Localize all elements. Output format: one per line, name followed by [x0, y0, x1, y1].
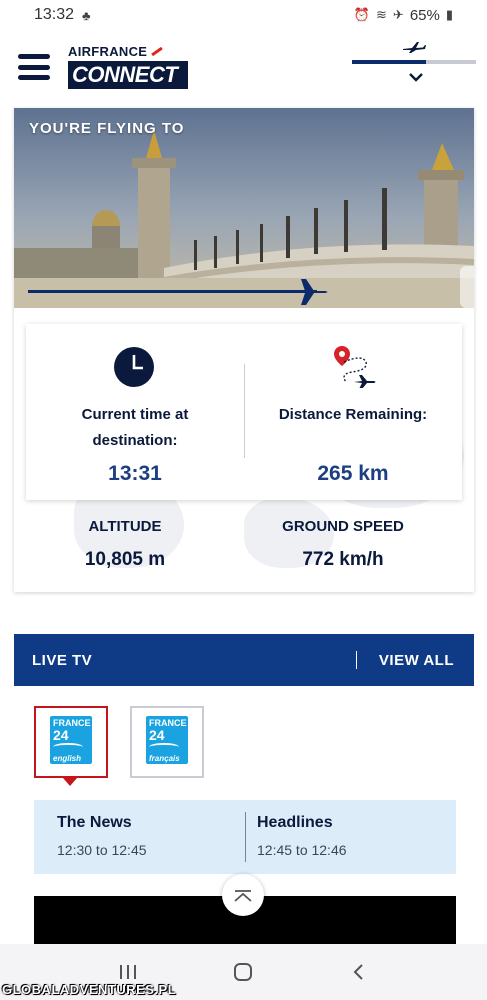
- status-time: 13:32: [34, 6, 75, 23]
- program-item[interactable]: Headlines 12:45 to 12:46: [257, 814, 457, 858]
- route-progress-line: [28, 290, 317, 293]
- channel-language: english: [53, 754, 82, 763]
- france24-logo: FRANCE 24 english: [50, 716, 92, 764]
- program-name: Headlines: [257, 814, 333, 831]
- live-tv-header: LIVE TV VIEW ALL: [14, 634, 474, 686]
- flight-progress-bar: [352, 60, 476, 64]
- airfrance-connect-logo: AIRFRANCE CONNECT: [68, 44, 188, 90]
- program-name: The News: [57, 814, 132, 831]
- flight-progress-fill: [352, 60, 427, 64]
- logo-connect: CONNECT: [68, 61, 188, 89]
- back-icon: [353, 964, 363, 980]
- battery-icon: ▮: [445, 7, 453, 22]
- altitude-label: ALTITUDE: [88, 518, 162, 535]
- channel-number: 24: [149, 727, 165, 743]
- channel-france24-francais[interactable]: FRANCE 24 français: [130, 706, 204, 778]
- notification-icon: ♣: [82, 7, 91, 23]
- wifi-icon: ≋: [376, 7, 387, 22]
- destination-time-section: Current time at destination: 13:31: [26, 324, 244, 500]
- clock-icon: [114, 347, 154, 387]
- program-schedule: The News 12:30 to 12:45 Headlines 12:45 …: [34, 800, 456, 874]
- altitude-section: ALTITUDE 10,805 m: [14, 518, 236, 571]
- plane-icon: [293, 279, 328, 305]
- ground-speed-section: GROUND SPEED 772 km/h: [232, 518, 454, 571]
- program-time: 12:45 to 12:46: [257, 842, 347, 858]
- channel-france24-english[interactable]: FRANCE 24 english: [34, 706, 108, 778]
- view-all-link[interactable]: VIEW ALL: [379, 652, 454, 669]
- back-button[interactable]: [339, 952, 379, 992]
- distance-remaining-value: 265 km: [317, 462, 389, 485]
- ground-speed-label: GROUND SPEED: [282, 518, 404, 535]
- channel-language: français: [149, 754, 180, 763]
- flight-info-card: YOU'RE FLYING TO Current time at destina…: [14, 108, 474, 592]
- menu-icon[interactable]: [18, 54, 50, 80]
- flight-stats-panel: Current time at destination: 13:31 Dista…: [26, 324, 462, 500]
- home-icon: [234, 963, 253, 981]
- selected-channel-pointer: [63, 778, 77, 786]
- battery-percent: 65%: [409, 6, 440, 24]
- arrow-up-icon: [234, 890, 252, 902]
- distance-route-icon: [334, 346, 376, 388]
- hero-title: YOU'RE FLYING TO: [29, 120, 185, 137]
- current-time-value: 13:31: [108, 462, 162, 485]
- airplane-mode-icon: ✈: [392, 7, 404, 22]
- distance-section: Distance Remaining: 265 km: [244, 324, 462, 500]
- app-header: AIRFRANCE CONNECT: [0, 30, 487, 106]
- live-tv-title: LIVE TV: [32, 651, 93, 669]
- carousel-handle[interactable]: [460, 266, 474, 308]
- ground-speed-value: 772 km/h: [302, 549, 384, 570]
- channel-number: 24: [53, 727, 69, 743]
- altitude-value: 10,805 m: [84, 549, 166, 570]
- recent-apps-icon: [119, 965, 136, 979]
- program-item[interactable]: The News 12:30 to 12:45: [57, 814, 257, 858]
- france24-logo: FRANCE 24 français: [146, 716, 188, 764]
- paris-bridge-illustration: [14, 108, 474, 308]
- destination-hero-image: YOU'RE FLYING TO: [14, 108, 474, 308]
- program-time: 12:30 to 12:45: [57, 842, 147, 858]
- divider: [245, 812, 246, 862]
- status-bar: 13:32 ♣ ⏰ ≋ ✈ 65% ▮: [0, 0, 487, 30]
- watermark: GLOBALADVENTURES.PL: [2, 982, 177, 997]
- plane-icon: [403, 42, 426, 53]
- current-time-label: Current time at destination:: [81, 406, 189, 449]
- scroll-to-top-button[interactable]: [222, 874, 264, 916]
- chevron-down-icon[interactable]: [406, 70, 426, 84]
- divider: [355, 651, 357, 669]
- alarm-icon: ⏰: [353, 7, 370, 22]
- distance-remaining-label: Distance Remaining:: [278, 406, 428, 423]
- logo-airfrance: AIRFRANCE: [68, 44, 148, 59]
- home-button[interactable]: [223, 952, 263, 992]
